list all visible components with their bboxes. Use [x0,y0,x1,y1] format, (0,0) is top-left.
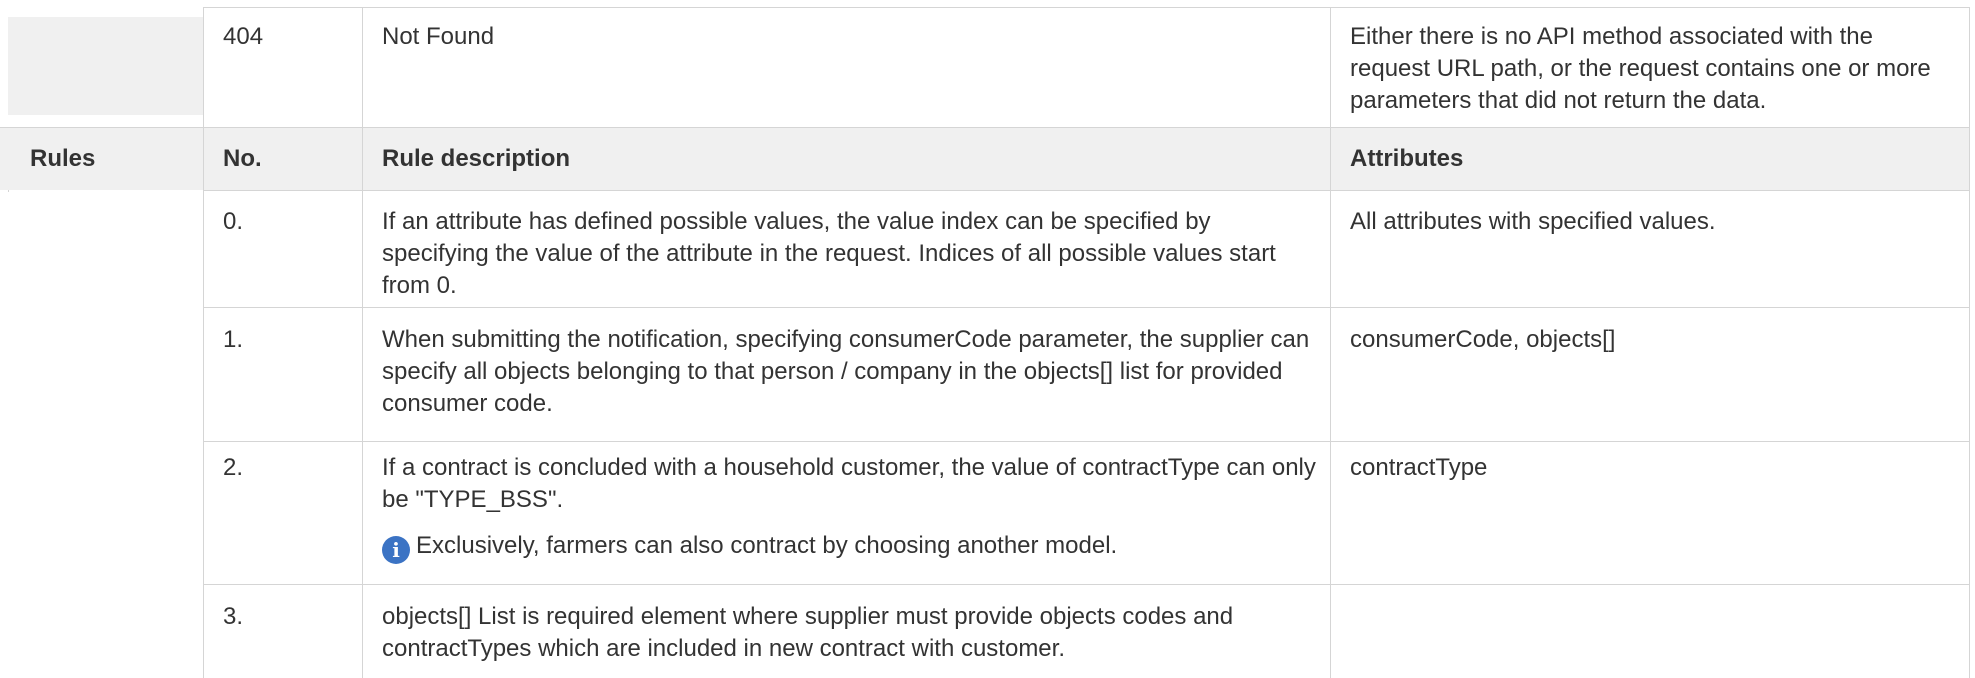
table-border [203,7,1970,8]
table-border [362,7,363,678]
rule-number: 3. [223,603,244,630]
rule-number: 1. [223,326,244,353]
table-border [203,190,1970,191]
rule-description: If an attribute has defined possible val… [382,208,1276,299]
table-border [8,190,9,192]
table-border [1330,7,1331,678]
status-description: Either there is no API method associated… [1350,23,1931,114]
rule-description: When submitting the notification, specif… [382,326,1310,417]
table-border [203,584,1970,585]
rule-attributes: consumerCode, objects[] [1350,326,1616,353]
info-note-text: Exclusively, farmers can also contract b… [416,532,1118,559]
table-border [203,307,1970,308]
info-icon: i [382,536,410,564]
info-note: i Exclusively, farmers can also contract … [382,530,1317,564]
rule-attributes: All attributes with specified values. [1350,208,1716,235]
table-border [0,127,1970,128]
table-border [203,7,204,678]
status-message: Not Found [382,23,495,50]
column-header-no: No. [223,145,262,172]
rule-description: objects[] List is required element where… [382,603,1234,662]
rules-section-label: Rules [30,145,96,172]
rule-number: 0. [223,208,244,235]
rule-attributes: contractType [1350,454,1488,481]
row-label-cell-empty [8,17,203,115]
rule-description: If a contract is concluded with a househ… [382,454,1316,513]
rule-description-block: If a contract is concluded with a househ… [382,452,1317,564]
column-header-attributes: Attributes [1350,145,1464,172]
rule-number: 2. [223,454,244,481]
table-border [203,441,1970,442]
column-header-description: Rule description [382,145,571,172]
status-code: 404 [223,23,264,50]
table-border [1969,7,1970,678]
